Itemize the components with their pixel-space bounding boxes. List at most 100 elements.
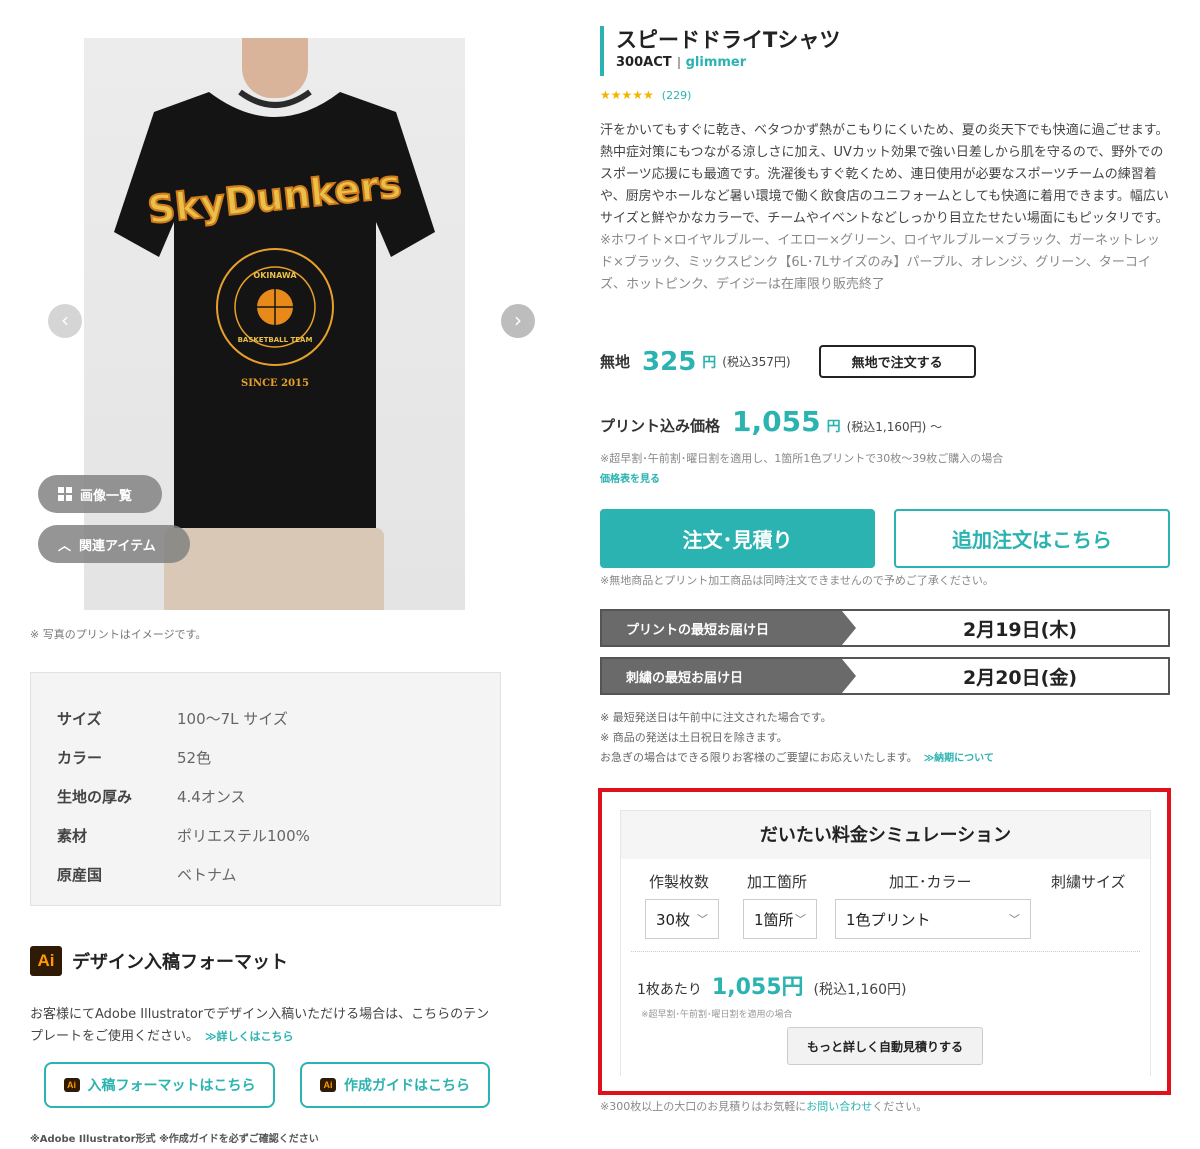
plain-price: 325 (642, 346, 697, 377)
spec-value: 100〜7L サイズ (177, 710, 288, 728)
print-price-note: ※超早割･午前割･曜日割を適用し、1箇所1色プリントで30枚〜39枚ご購入の場合 (600, 452, 1004, 465)
format-download-button[interactable]: Ai 入稿フォーマットはこちら (44, 1062, 275, 1108)
chevron-left-icon: ‹ (61, 308, 69, 332)
print-delivery-label: プリントの最短お届け日 (602, 611, 856, 645)
unit-price-row: 1枚あたり 1,055円 (税込1,160円) (637, 969, 907, 1001)
spec-table: サイズ 100〜7L サイズ カラー 52色 生地の厚み 4.4オンス 素材 ポリエステ… (30, 672, 501, 906)
image-list-button[interactable]: 画像一覧 (38, 475, 162, 513)
unit-price-label: 1枚あたり (637, 982, 702, 998)
price-simulation-highlight: だいたい料金シミュレーション 作製枚数 加工箇所 加工･カラー 刺繍サイズ 30… (598, 788, 1171, 1095)
chevron-down-icon: ﹀ (1009, 913, 1020, 926)
divider (677, 56, 680, 69)
yen-label: 円 (826, 419, 841, 435)
design-detail-link[interactable]: ≫詳しくはこちら (205, 1030, 294, 1043)
embroidery-size-header: 刺繍サイズ (1051, 873, 1126, 891)
unit-tax: (税込1,160円) (813, 982, 907, 998)
spec-label: 原産国 (57, 866, 103, 884)
additional-order-button[interactable]: 追加注文はこちら (894, 509, 1170, 568)
embroidery-delivery-label: 刺繍の最短お届け日 (602, 659, 856, 693)
plain-tax: (税込357円) (722, 355, 791, 369)
t-shirt-image: SkyDunkers OKINAWA BASKETBALL TEAM SINCE… (114, 89, 435, 542)
color-select[interactable]: 1色プリント ﹀ (835, 899, 1031, 939)
contact-link[interactable]: お問い合わせ (806, 1100, 872, 1113)
shipping-notes: ※ 最短発送日は午前中に注文された場合です。 ※ 商品の発送は土日祝日を除きます… (600, 708, 994, 769)
print-price: 1,055 (732, 405, 821, 438)
rating: ★★★★★ (229) (600, 88, 691, 102)
shirt-arc-top: OKINAWA (253, 271, 297, 280)
spec-value: ポリエステル100% (177, 827, 310, 845)
embroidery-delivery-row: 刺繍の最短お届け日 2月20日(金) (600, 657, 1170, 695)
shirt-arc-bottom: BASKETBALL TEAM (238, 336, 313, 344)
prev-image-button[interactable]: ‹ (48, 304, 82, 338)
print-delivery-row: プリントの最短お届け日 2月19日(木) (600, 609, 1170, 647)
grid-icon (58, 487, 72, 501)
spec-value: 4.4オンス (177, 788, 246, 806)
urgent-note: お急ぎの場合はできる限りお客様のご要望にお応えいたします。 (600, 751, 918, 764)
price-table-link[interactable]: 価格表を見る (600, 470, 660, 485)
qty-value: 30枚 (656, 910, 691, 929)
related-items-button[interactable]: ︿ 関連アイテム (38, 525, 190, 563)
photo-note: ※ 写真のプリントはイメージです。 (30, 628, 207, 641)
qty-select[interactable]: 30枚 ﹀ (645, 899, 719, 939)
spec-row-origin: 原産国 ベトナム (57, 855, 474, 894)
design-format-title: デザイン入稿フォーマット (72, 952, 288, 973)
star-rating-icon: ★★★★★ (600, 88, 654, 102)
order-estimate-button[interactable]: 注文･見積り (600, 509, 875, 568)
shipping-note: ※ 最短発送日は午前中に注文された場合です。 (600, 711, 832, 724)
bulk-order-note: ※300枚以上の大口のお見積りはお気軽にお問い合わせください。 (600, 1098, 927, 1114)
simulation-title: だいたい料金シミュレーション (759, 825, 1012, 846)
print-delivery-date: 2月19日(木) (962, 618, 1078, 641)
spec-value: 52色 (177, 749, 212, 767)
spec-label: サイズ (57, 710, 102, 728)
format-download-label: 入稿フォーマットはこちら (87, 1078, 256, 1094)
description-text: 汗をかいてもすぐに乾き、ベタつかず熱がこもりにくいため、夏の炎天下でも快適に過ご… (600, 123, 1169, 226)
divider (631, 951, 1140, 952)
location-header: 加工箇所 (747, 873, 808, 891)
delivery-info-link[interactable]: ≫納期について (924, 753, 994, 764)
auto-estimate-button[interactable]: もっと詳しく自動見積りする (787, 1027, 983, 1065)
spec-row-size: サイズ 100〜7L サイズ (57, 699, 474, 738)
product-description: 汗をかいてもすぐに乾き、ベタつかず熱がこもりにくいため、夏の炎天下でも快適に過ご… (600, 120, 1170, 296)
print-price-row: プリント込み価格 1,055 円 (税込1,160円) 〜 (600, 405, 942, 438)
order-plain-button[interactable]: 無地で注文する (818, 345, 976, 378)
shipping-note: お急ぎの場合はできる限りお客様のご要望にお応えいたします。 ≫納期について (600, 748, 994, 769)
spec-row-thickness: 生地の厚み 4.4オンス (57, 777, 474, 816)
design-footnote: ※Adobe Illustrator形式 ※作成ガイドを必ずご確認ください (30, 1134, 319, 1145)
color-discontinued-note: ※ホワイト×ロイヤルブルー、イエロー×グリーン、ロイヤルブルー×ブラック、ガーネ… (600, 233, 1160, 292)
color-value: 1色プリント (846, 910, 931, 929)
location-value: 1箇所 (754, 910, 794, 929)
price-simulation: だいたい料金シミュレーション 作製枚数 加工箇所 加工･カラー 刺繍サイズ 30… (620, 810, 1151, 1077)
spec-label: カラー (57, 749, 103, 767)
plain-label: 無地 (600, 353, 631, 371)
illustrator-icon: Ai (30, 946, 62, 976)
unit-price: 1,055円 (711, 975, 804, 1000)
illustrator-icon: Ai (63, 1078, 80, 1092)
spec-label: 素材 (57, 827, 88, 845)
yen-label: 円 (702, 354, 717, 371)
related-items-label: 関連アイテム (79, 538, 156, 554)
next-image-button[interactable]: › (501, 304, 535, 338)
product-title-block: スピードドライTシャツ 300ACT glimmer (600, 26, 840, 76)
spec-row-color: カラー 52色 (57, 738, 474, 777)
product-model: 300ACT (616, 55, 672, 70)
simulation-note: ※超早割･午前割･曜日割を適用の場合 (641, 1010, 793, 1020)
review-count-link[interactable]: (229) (662, 89, 692, 102)
spec-row-material: 素材 ポリエステル100% (57, 816, 474, 855)
order-note: ※無地商品とプリント加工商品は同時注文できませんので予めご了承ください。 (600, 574, 994, 587)
creation-guide-button[interactable]: Ai 作成ガイドはこちら (300, 1062, 490, 1108)
spec-label: 生地の厚み (57, 788, 133, 806)
location-select[interactable]: 1箇所 ﹀ (743, 899, 817, 939)
chevron-right-icon: › (514, 308, 522, 332)
chevron-up-icon: ︿ (58, 538, 72, 554)
design-format-text: お客様にてAdobe Illustratorでデザイン入稿いただける場合は、こち… (30, 1004, 500, 1048)
product-name: スピードドライTシャツ (616, 28, 841, 52)
print-price-label: プリント込み価格 (600, 417, 721, 435)
image-list-label: 画像一覧 (80, 488, 133, 504)
chevron-down-icon: ﹀ (697, 913, 708, 926)
bulk-note-prefix: ※300枚以上の大口のお見積りはお気軽に (600, 1100, 807, 1113)
brand-link[interactable]: glimmer (686, 55, 747, 70)
color-header: 加工･カラー (889, 873, 972, 891)
chevron-down-icon: ﹀ (795, 913, 806, 926)
simulation-body: 作製枚数 加工箇所 加工･カラー 刺繍サイズ 30枚 ﹀ 1箇所 ﹀ 1色プリント ﹀… (621, 859, 1150, 1077)
embroidery-delivery-date: 2月20日(金) (962, 666, 1078, 689)
